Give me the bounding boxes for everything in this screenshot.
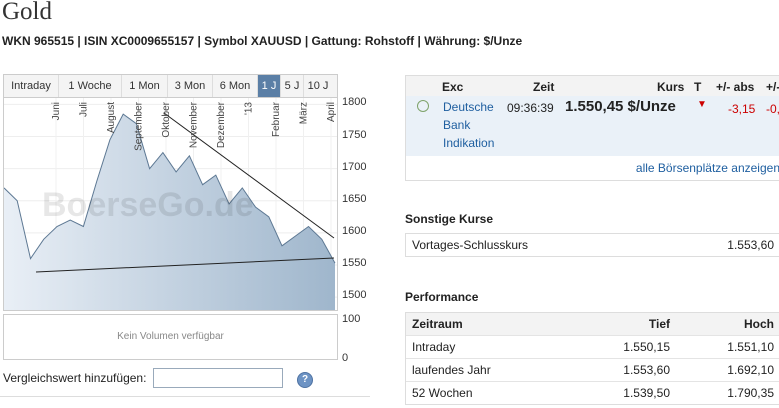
row-label: Vortages-Schlusskurs xyxy=(412,238,529,252)
quote-price: 1.550,45 $/Unze xyxy=(565,98,676,115)
exchange-link-2[interactable]: Bank xyxy=(443,118,470,132)
y-tick-label: 1800 xyxy=(342,96,367,109)
quote-footer: alle Börsenplätze anzeigen xyxy=(406,158,779,178)
col-abs: +/- abs xyxy=(716,80,755,94)
quote-change-abs: -3,15 xyxy=(728,102,756,116)
row-hoch: 1.692,10 xyxy=(727,363,774,377)
col-zeit: Zeit xyxy=(533,80,555,94)
volume-empty-text: Kein Volumen verfügbar xyxy=(117,331,224,342)
quote-header: Exc Zeit Kurs T +/- abs +/- xyxy=(406,76,779,96)
table-header: Zeitraum Tief Hoch xyxy=(406,313,779,335)
volume-panel: Kein Volumen verfügbar xyxy=(3,314,338,360)
tab-6-mon[interactable]: 6 Mon xyxy=(213,75,258,97)
tab-1-mon[interactable]: 1 Mon xyxy=(122,75,168,97)
quote-box: Exc Zeit Kurs T +/- abs +/- Deutsche Ban… xyxy=(405,75,779,181)
table-row: Intraday 1.550,15 1.551,10 xyxy=(406,335,779,358)
col-pct: +/- xyxy=(766,80,779,94)
sonstige-heading: Sonstige Kurse xyxy=(405,212,494,226)
performance-table: Zeitraum Tief Hoch Intraday 1.550,15 1.5… xyxy=(405,312,779,405)
x-tick-label: '13 xyxy=(244,102,255,115)
x-tick-label: August xyxy=(106,102,117,133)
instrument-info: WKN 965515 | ISIN XC0009655157 | Symbol … xyxy=(2,34,523,48)
volume-tick-100: 100 xyxy=(342,313,361,325)
row-hoch: 1.790,35 xyxy=(727,386,774,400)
price-chart[interactable]: BoerseGo.de Juni Juli August September Oktob… xyxy=(3,97,338,311)
row-hoch: 1.551,10 xyxy=(727,340,774,354)
exchange-link-3[interactable]: Indikation xyxy=(443,136,494,150)
performance-heading: Performance xyxy=(405,290,479,304)
col-tief: Tief xyxy=(648,317,670,331)
tab-3-mon[interactable]: 3 Mon xyxy=(168,75,213,97)
chart-watermark: BoerseGo.de xyxy=(42,186,254,224)
col-zeitraum: Zeitraum xyxy=(412,317,463,331)
quote-time: 09:36:39 xyxy=(507,101,554,115)
col-hoch: Hoch xyxy=(744,317,774,331)
price-chart-svg: BoerseGo.de Juni Juli August September Oktob… xyxy=(4,98,337,310)
tab-1-j[interactable]: 1 J xyxy=(258,75,281,97)
y-tick-label: 1550 xyxy=(342,257,367,270)
row-label: Intraday xyxy=(412,340,456,354)
down-arrow-icon: ▼ xyxy=(697,99,707,110)
tab-5-j[interactable]: 5 J xyxy=(281,75,304,97)
sonstige-table: Vortages-Schlusskurs 1.553,60 xyxy=(405,233,779,257)
exchange-link-1[interactable]: Deutsche xyxy=(443,100,494,114)
col-t: T xyxy=(694,80,702,94)
table-row: 52 Wochen 1.539,50 1.790,35 xyxy=(406,381,779,404)
x-tick-label: November xyxy=(189,101,200,148)
row-label: laufendes Jahr xyxy=(412,363,491,377)
divider xyxy=(0,396,370,397)
row-tief: 1.550,15 xyxy=(623,340,670,354)
x-tick-label: Oktober xyxy=(161,101,172,137)
timeframe-tabs: Intraday 1 Woche 1 Mon 3 Mon 6 Mon 1 J 5… xyxy=(3,74,338,98)
y-tick-label: 1500 xyxy=(342,289,367,302)
compare-input[interactable] xyxy=(153,368,283,388)
x-tick-label: März xyxy=(299,102,310,124)
tab-10-j[interactable]: 10 J xyxy=(304,75,332,97)
table-row: Vortages-Schlusskurs 1.553,60 xyxy=(406,234,779,256)
col-kurs: Kurs xyxy=(657,80,685,94)
row-label: 52 Wochen xyxy=(412,386,473,400)
x-tick-label: April xyxy=(326,102,337,122)
x-tick-label: Dezember xyxy=(216,101,227,148)
x-tick-label: Juli xyxy=(79,102,90,117)
row-value: 1.553,60 xyxy=(727,238,774,252)
tab-1-woche[interactable]: 1 Woche xyxy=(59,75,122,97)
y-tick-label: 1700 xyxy=(342,160,367,173)
y-tick-label: 1600 xyxy=(342,224,367,237)
tab-intraday[interactable]: Intraday xyxy=(4,75,59,97)
compare-label: Vergleichswert hinzufügen: xyxy=(3,371,147,385)
col-exc: Exc xyxy=(442,80,464,94)
y-tick-label: 1650 xyxy=(342,192,367,205)
x-tick-label: Juni xyxy=(51,102,62,120)
question-icon[interactable]: ? xyxy=(297,372,313,388)
quote-row: Deutsche Bank Indikation 09:36:39 1.550,… xyxy=(406,96,779,156)
all-exchanges-link[interactable]: alle Börsenplätze anzeigen xyxy=(636,161,779,175)
row-tief: 1.553,60 xyxy=(623,363,670,377)
clock-icon xyxy=(417,100,429,112)
y-tick-label: 1750 xyxy=(342,128,367,141)
page-title: Gold xyxy=(2,0,52,25)
x-tick-label: September xyxy=(134,101,145,151)
x-tick-label: Februar xyxy=(271,101,282,137)
quote-change-pct: -0, xyxy=(766,102,779,116)
volume-tick-0: 0 xyxy=(342,352,349,364)
row-tief: 1.539,50 xyxy=(623,386,670,400)
table-row: laufendes Jahr 1.553,60 1.692,10 xyxy=(406,358,779,381)
